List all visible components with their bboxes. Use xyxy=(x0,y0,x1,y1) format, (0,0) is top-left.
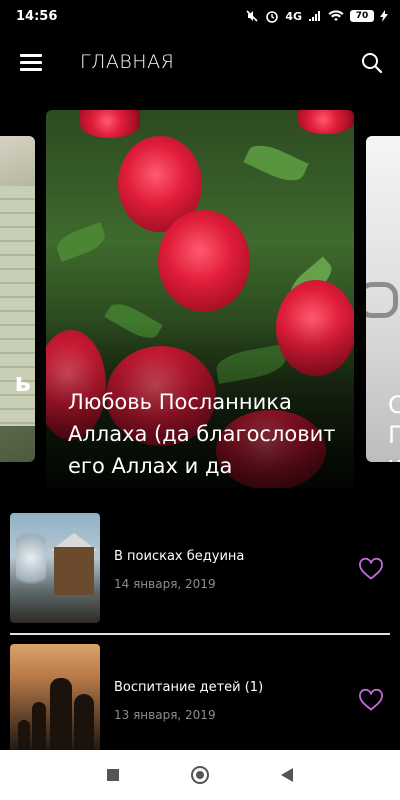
carousel-card-next[interactable]: С П ч xyxy=(366,136,400,462)
article-thumbnail xyxy=(10,513,100,623)
status-icons: 4G 70 xyxy=(245,9,388,23)
featured-carousel[interactable]: ь Любовь Посланника Аллаха (да благослов… xyxy=(0,108,400,488)
search-icon[interactable] xyxy=(360,51,384,75)
heart-icon[interactable] xyxy=(358,688,384,712)
next-card-title: С П ч xyxy=(388,391,400,462)
list-divider xyxy=(10,633,390,635)
article-date: 13 января, 2019 xyxy=(114,708,216,722)
page-title: ГЛАВНАЯ xyxy=(80,51,175,73)
featured-article-title: Любовь Посланника Аллаха (да благословит… xyxy=(68,390,336,478)
app-bar: ГЛАВНАЯ xyxy=(0,40,400,86)
back-icon[interactable] xyxy=(281,768,293,782)
list-item[interactable]: Воспитание детей (1) 13 января, 2019 xyxy=(10,644,390,756)
home-icon[interactable] xyxy=(191,766,209,784)
status-time: 14:56 xyxy=(16,8,58,24)
previous-card-title: ь xyxy=(14,368,31,398)
signal-icon xyxy=(309,11,320,21)
article-date: 14 января, 2019 xyxy=(114,577,216,591)
recents-icon[interactable] xyxy=(107,769,119,781)
wifi-icon xyxy=(328,10,344,21)
article-title: В поисках бедуина xyxy=(114,549,245,564)
carousel-card-previous[interactable]: ь xyxy=(0,136,35,462)
article-thumbnail xyxy=(10,644,100,754)
network-type: 4G xyxy=(285,9,302,23)
mute-icon xyxy=(246,10,258,22)
article-title: Воспитание детей (1) xyxy=(114,680,264,695)
system-nav-bar xyxy=(0,750,400,800)
list-item[interactable]: В поисках бедуина 14 января, 2019 xyxy=(10,513,390,625)
chain-image xyxy=(366,282,398,318)
carousel-card-current[interactable]: Любовь Посланника Аллаха (да благословит… xyxy=(46,110,354,488)
status-bar: 14:56 4G 70 xyxy=(0,0,400,32)
alarm-icon xyxy=(266,11,279,23)
charging-icon xyxy=(380,10,388,22)
battery-icon: 70 xyxy=(350,10,374,22)
heart-icon[interactable] xyxy=(358,557,384,581)
menu-icon[interactable] xyxy=(20,54,42,72)
app-screen: 14:56 4G 70 ГЛАВНАЯ ь Любовь Посланника … xyxy=(0,0,400,800)
